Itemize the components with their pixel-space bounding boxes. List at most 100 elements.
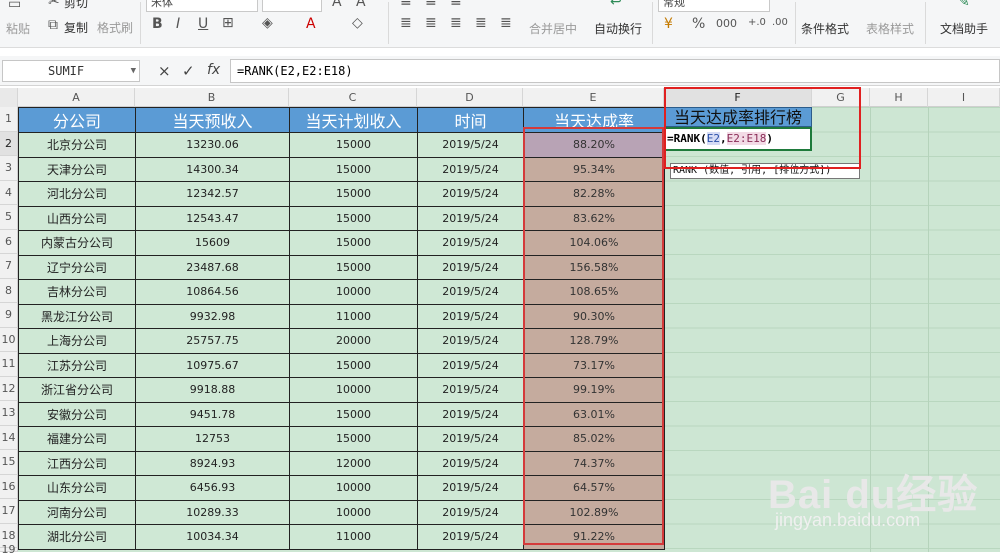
row-header[interactable]: 7 [0, 254, 18, 279]
table-cell[interactable]: 11000 [289, 303, 418, 329]
format-painter-button[interactable]: 格式刷 [97, 19, 133, 36]
row-header[interactable]: 16 [0, 474, 18, 499]
row-header[interactable]: 14 [0, 425, 18, 450]
row-header[interactable]: 15 [0, 450, 18, 475]
table-cell[interactable]: 浙江省分公司 [18, 377, 136, 403]
table-cell[interactable]: 天津分公司 [18, 156, 136, 182]
copy-button[interactable]: 复制 [64, 19, 88, 36]
align-top-icon[interactable]: ≡ [400, 0, 412, 10]
table-cell[interactable]: 河北分公司 [18, 181, 136, 207]
table-cell[interactable]: 2019/5/24 [417, 328, 524, 354]
table-cell[interactable]: 2019/5/24 [417, 303, 524, 329]
justify-icon[interactable]: ≣ [475, 15, 487, 31]
table-cell[interactable]: 15000 [289, 230, 418, 256]
confirm-icon[interactable]: ✓ [182, 62, 195, 80]
table-cell[interactable]: 2019/5/24 [417, 499, 524, 525]
table-cell[interactable]: 10000 [289, 279, 418, 305]
table-cell[interactable]: 10975.67 [135, 352, 290, 378]
table-cell[interactable]: 15000 [289, 426, 418, 452]
conditional-format-button[interactable]: 条件格式 [801, 20, 849, 37]
table-cell[interactable]: 6456.93 [135, 475, 290, 501]
table-style-button[interactable]: 表格样式 [866, 20, 914, 37]
row-header[interactable]: 9 [0, 303, 18, 328]
table-cell[interactable]: 12753 [135, 426, 290, 452]
table-cell[interactable]: 15000 [289, 205, 418, 231]
table-cell[interactable]: 江苏分公司 [18, 352, 136, 378]
table-cell[interactable]: 福建分公司 [18, 426, 136, 452]
table-cell[interactable]: 2019/5/24 [417, 352, 524, 378]
table-cell[interactable]: 内蒙古分公司 [18, 230, 136, 256]
table-cell[interactable]: 11000 [289, 524, 418, 550]
thousands-icon[interactable]: 000 [716, 17, 737, 30]
chevron-down-icon[interactable]: ▼ [131, 61, 136, 81]
align-center-icon[interactable]: ≣ [425, 15, 437, 31]
column-header-e[interactable]: E [523, 88, 664, 107]
table-cell[interactable]: 12342.57 [135, 181, 290, 207]
table-cell[interactable]: 上海分公司 [18, 328, 136, 354]
table-cell[interactable]: 2019/5/24 [417, 156, 524, 182]
table-cell[interactable]: 江西分公司 [18, 450, 136, 476]
font-family-select[interactable]: 宋体 [146, 0, 258, 12]
align-right-icon[interactable]: ≣ [450, 15, 462, 31]
column-header-i[interactable]: I [928, 88, 1000, 107]
table-cell[interactable]: 2019/5/24 [417, 132, 524, 158]
table-cell[interactable]: 20000 [289, 328, 418, 354]
table-cell[interactable]: 8924.93 [135, 450, 290, 476]
row-header[interactable]: 6 [0, 229, 18, 254]
scissors-icon[interactable]: ✂ [48, 0, 60, 10]
align-middle-icon[interactable]: ≡ [425, 0, 437, 10]
row-header[interactable]: 11 [0, 352, 18, 377]
formula-input[interactable]: =RANK(E2,E2:E18) [230, 59, 1000, 83]
paste-button[interactable]: 粘贴 [6, 20, 30, 37]
copy-icon[interactable]: ⧉ [48, 17, 58, 33]
table-cell[interactable]: 23487.68 [135, 254, 290, 280]
row-header[interactable]: 13 [0, 401, 18, 426]
doc-helper-icon[interactable]: ✎ [958, 0, 970, 10]
header-cell[interactable]: 当天预收入 [135, 107, 290, 133]
table-cell[interactable]: 15609 [135, 230, 290, 256]
table-cell[interactable]: 吉林分公司 [18, 279, 136, 305]
column-header-b[interactable]: B [135, 88, 289, 107]
table-cell[interactable]: 10000 [289, 475, 418, 501]
table-cell[interactable]: 15000 [289, 352, 418, 378]
table-cell[interactable]: 2019/5/24 [417, 401, 524, 427]
row-header[interactable]: 10 [0, 327, 18, 352]
border-icon[interactable]: ⊞ [222, 15, 234, 31]
table-cell[interactable]: 2019/5/24 [417, 230, 524, 256]
table-cell[interactable]: 2019/5/24 [417, 279, 524, 305]
table-cell[interactable]: 2019/5/24 [417, 254, 524, 280]
table-cell[interactable]: 12000 [289, 450, 418, 476]
table-cell[interactable]: 15000 [289, 401, 418, 427]
table-cell[interactable]: 山东分公司 [18, 475, 136, 501]
wrap-text-icon[interactable]: ↩ [610, 0, 622, 10]
insert-function-icon[interactable]: fx [207, 62, 220, 78]
table-cell[interactable]: 9932.98 [135, 303, 290, 329]
paste-icon[interactable]: ▭ [8, 0, 21, 12]
row-header[interactable]: 3 [0, 156, 18, 181]
table-cell[interactable]: 2019/5/24 [417, 181, 524, 207]
row-header[interactable]: 5 [0, 205, 18, 230]
table-cell[interactable]: 辽宁分公司 [18, 254, 136, 280]
table-cell[interactable]: 10000 [289, 377, 418, 403]
merge-center-button[interactable]: 合并居中 [529, 20, 577, 37]
header-cell[interactable]: 当天计划收入 [289, 107, 418, 133]
column-header-c[interactable]: C [289, 88, 417, 107]
table-cell[interactable]: 山西分公司 [18, 205, 136, 231]
currency-icon[interactable]: ¥ [664, 16, 673, 32]
table-cell[interactable]: 2019/5/24 [417, 450, 524, 476]
decrease-decimal-icon[interactable]: .00 [772, 17, 788, 28]
table-cell[interactable]: 10034.34 [135, 524, 290, 550]
increase-decimal-icon[interactable]: +.0 [748, 17, 766, 28]
row-header[interactable]: 2 [0, 131, 18, 156]
underline-icon[interactable]: U [198, 16, 208, 32]
table-cell[interactable]: 15000 [289, 156, 418, 182]
select-all-corner[interactable] [0, 88, 18, 107]
header-cell[interactable]: 分公司 [18, 107, 136, 133]
align-bottom-icon[interactable]: ≡ [450, 0, 462, 10]
table-cell[interactable]: 10864.56 [135, 279, 290, 305]
table-cell[interactable]: 15000 [289, 132, 418, 158]
table-cell[interactable]: 2019/5/24 [417, 475, 524, 501]
table-cell[interactable]: 黑龙江分公司 [18, 303, 136, 329]
row-header[interactable]: 17 [0, 499, 18, 524]
name-box[interactable]: SUMIF ▼ [2, 60, 140, 82]
